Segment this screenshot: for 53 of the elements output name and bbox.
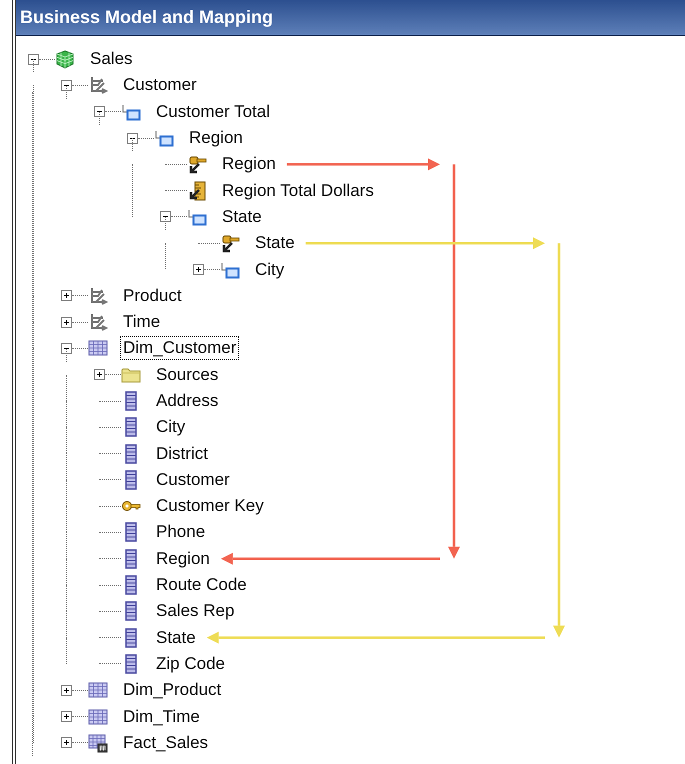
tree-item[interactable]: Region — [219, 152, 279, 176]
tree-item[interactable]: Customer — [120, 73, 200, 98]
expand-toggle[interactable] — [94, 369, 105, 380]
tree-item[interactable]: Sales Rep — [153, 599, 238, 624]
tree-item[interactable]: Dim_Time — [120, 704, 203, 729]
ruler-icon — [187, 180, 207, 201]
tree-item[interactable]: Customer Key — [153, 494, 267, 518]
tree-item[interactable]: Sources — [153, 362, 222, 387]
window-title: Business Model and Mapping — [16, 0, 685, 36]
tree-item[interactable]: Sales — [87, 47, 136, 72]
expand-toggle[interactable] — [61, 684, 72, 696]
key-icon — [187, 154, 207, 174]
tree-item[interactable]: Time — [120, 310, 164, 334]
tree-item[interactable]: District — [153, 442, 211, 466]
collapse-toggle[interactable] — [94, 106, 105, 118]
expand-toggle[interactable] — [61, 316, 72, 328]
tree-item[interactable]: Address — [153, 389, 222, 413]
table-icon — [88, 706, 108, 727]
key-icon — [220, 233, 240, 254]
collapse-toggle[interactable] — [127, 132, 138, 144]
tree-item[interactable]: Route Code — [153, 573, 250, 598]
tree-item[interactable]: Customer — [153, 468, 233, 492]
tree-item[interactable]: State — [219, 204, 265, 229]
hierarchy-icon — [88, 286, 108, 306]
tree-item[interactable]: Phone — [153, 520, 208, 544]
hierarchy-icon — [88, 75, 108, 96]
tree-item[interactable]: Fact_Sales — [120, 730, 212, 755]
tree-item[interactable]: Region — [186, 126, 246, 150]
hierarchy-icon — [88, 312, 108, 332]
collapse-toggle[interactable] — [61, 80, 72, 91]
tree-item[interactable]: Product — [120, 284, 185, 308]
tree-item[interactable]: Customer Total — [153, 100, 274, 124]
cube-icon — [55, 49, 75, 70]
level-icon — [154, 128, 174, 148]
tree-item[interactable]: State — [153, 626, 199, 650]
collapse-toggle[interactable] — [28, 54, 39, 65]
tree-item[interactable]: State — [252, 231, 298, 256]
expand-toggle[interactable] — [61, 290, 72, 302]
expand-toggle[interactable] — [61, 737, 72, 748]
table-icon — [88, 338, 108, 358]
tree-item[interactable]: Dim_Customer — [120, 336, 240, 360]
expand-toggle[interactable] — [61, 711, 72, 722]
fact-table-icon — [88, 732, 108, 753]
tree-item[interactable]: Region Total Dollars — [219, 178, 377, 203]
tree-item[interactable]: City — [252, 258, 288, 282]
tree-item[interactable]: Region — [153, 546, 213, 571]
expand-toggle[interactable] — [193, 264, 204, 276]
collapse-toggle[interactable] — [61, 342, 72, 354]
table-icon — [88, 680, 108, 700]
tree-item[interactable]: City — [153, 415, 188, 440]
tree-item[interactable]: Zip Code — [153, 652, 228, 676]
tree-item[interactable]: Dim_Product — [120, 678, 224, 702]
collapse-toggle[interactable] — [160, 211, 171, 222]
